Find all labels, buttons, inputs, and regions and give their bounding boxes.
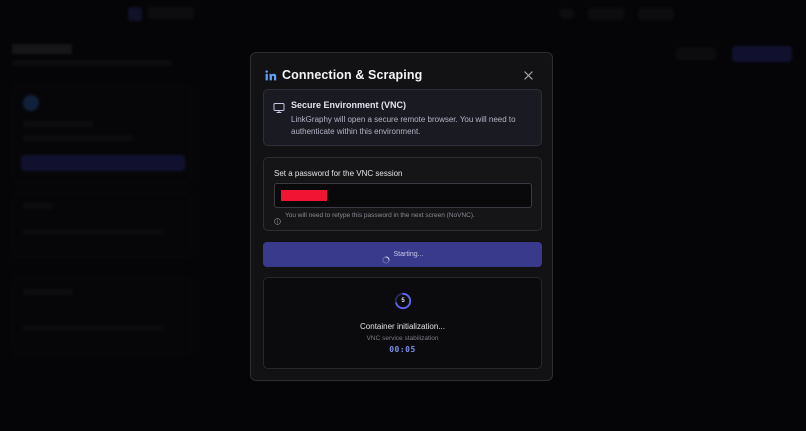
password-hint-text: You will need to retype this password in… — [285, 212, 475, 219]
modal-header: Connection & Scraping — [263, 64, 544, 86]
start-button-label: Starting... — [393, 251, 424, 258]
countdown-number: 5 — [401, 298, 405, 304]
background-line — [23, 229, 163, 235]
background-logo — [128, 7, 142, 21]
background-line — [23, 325, 163, 331]
background-topbar — [0, 0, 806, 28]
background-nav-item — [638, 8, 674, 20]
vnc-title: Secure Environment (VNC) — [291, 100, 407, 110]
spinner-icon — [381, 251, 390, 264]
background-nav-item — [588, 8, 624, 20]
background-line — [23, 289, 73, 295]
info-icon — [274, 212, 281, 225]
background-card — [12, 84, 192, 184]
background-bar — [21, 155, 185, 171]
password-input[interactable] — [274, 183, 532, 208]
background-subheading — [12, 60, 172, 66]
monitor-icon — [273, 101, 285, 113]
close-icon — [523, 70, 533, 80]
status-timer: 00:05 — [389, 345, 416, 354]
background-avatar — [23, 95, 39, 111]
background-primary-button — [732, 46, 792, 62]
status-title: Container initialization... — [360, 322, 445, 331]
background-nav-item — [560, 9, 574, 19]
start-button[interactable]: Starting... — [263, 242, 542, 267]
modal-title: Connection & Scraping — [282, 68, 423, 82]
vnc-info-card: Secure Environment (VNC) LinkGraphy will… — [263, 89, 542, 146]
background-card — [12, 192, 192, 258]
password-label: Set a password for the VNC session — [274, 169, 403, 178]
password-value-mask — [281, 190, 327, 201]
background-logo-text — [148, 7, 194, 19]
background-card — [12, 276, 192, 356]
connection-modal: Connection & Scraping Secure Environment… — [250, 52, 553, 381]
linkedin-icon — [263, 68, 277, 82]
background-button — [676, 48, 716, 60]
background-heading — [12, 44, 72, 54]
password-hint: You will need to retype this password in… — [274, 212, 475, 225]
password-card: Set a password for the VNC session You w… — [263, 157, 542, 231]
background-line — [23, 121, 93, 127]
close-button[interactable] — [520, 67, 536, 83]
status-subtitle: VNC service stabilization — [366, 335, 439, 342]
background-line — [23, 135, 133, 141]
status-card: 5 Container initialization... VNC servic… — [263, 277, 542, 369]
vnc-description: LinkGraphy will open a secure remote bro… — [291, 115, 516, 136]
background-line — [23, 203, 53, 209]
